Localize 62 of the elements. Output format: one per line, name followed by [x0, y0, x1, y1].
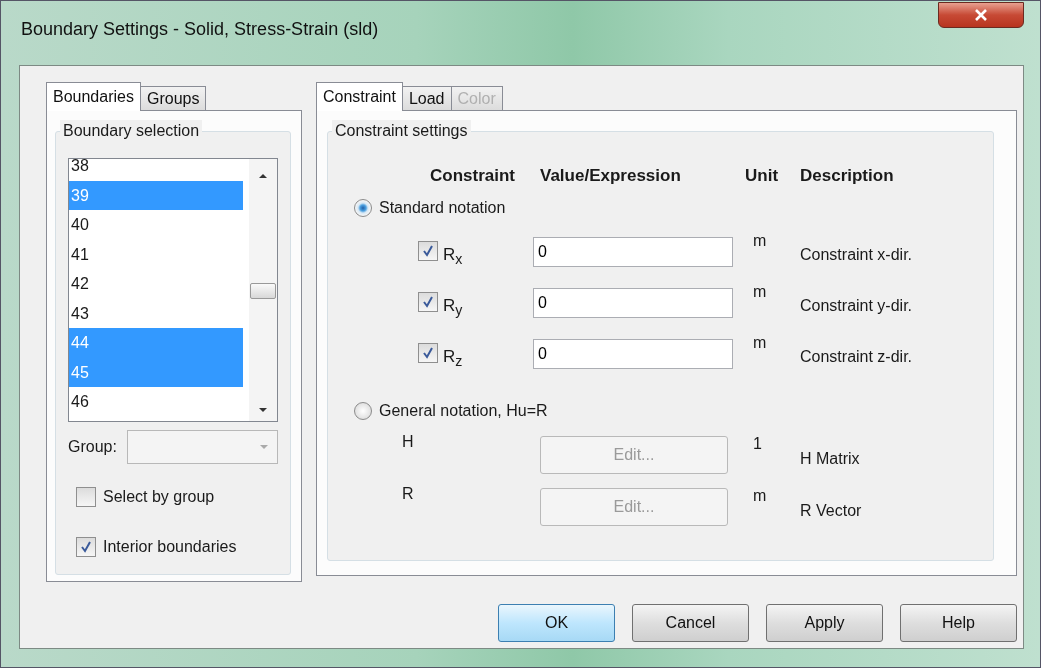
- checkbox[interactable]: [418, 241, 438, 262]
- column-header: Constraint: [429, 165, 516, 187]
- column-header: Unit: [745, 165, 780, 187]
- checkbox-label: Select by group: [103, 488, 215, 506]
- variable-label: H: [402, 433, 414, 451]
- tab[interactable]: Groups: [139, 86, 207, 110]
- list-item[interactable]: 43: [69, 298, 243, 328]
- column-header: Value/Expression: [539, 165, 682, 187]
- radio-label: General notation, Hu=R: [379, 402, 548, 420]
- group-title: Constraint settings: [332, 120, 471, 142]
- list-item[interactable]: 40: [69, 210, 243, 240]
- close-icon: [973, 8, 989, 22]
- list-item[interactable]: 42: [69, 269, 243, 299]
- unit-label: m: [752, 232, 768, 250]
- group-title: Boundary selection: [60, 120, 203, 142]
- dropdown-icon: [259, 444, 269, 450]
- close-button[interactable]: [938, 2, 1024, 28]
- scroll-down-icon: [258, 407, 268, 413]
- input-field[interactable]: 0: [533, 338, 733, 369]
- window-title: Boundary Settings - Solid, Stress-Strain (sld): [21, 18, 379, 40]
- dialog-button[interactable]: OK: [498, 604, 615, 642]
- tab[interactable]: Constraint: [316, 82, 403, 111]
- column-header: Description: [800, 165, 895, 187]
- description-label: Constraint z-dir.: [800, 346, 914, 366]
- check-icon: [422, 296, 434, 309]
- description-label: H Matrix: [800, 449, 861, 468]
- input-field[interactable]: 0: [533, 236, 733, 267]
- scroll-up-icon: [258, 173, 268, 179]
- dialog-button[interactable]: Apply: [766, 604, 883, 642]
- list-item[interactable]: 41: [69, 239, 243, 269]
- tab[interactable]: Load: [401, 86, 452, 110]
- list-item[interactable]: 38: [69, 159, 243, 181]
- description-label: Constraint x-dir.: [800, 244, 914, 264]
- description-label: Constraint y-dir.: [800, 295, 914, 315]
- scrollbar[interactable]: [249, 159, 277, 421]
- list-item[interactable]: 46: [69, 387, 243, 417]
- check-icon: [422, 245, 434, 258]
- checkbox[interactable]: [418, 292, 438, 313]
- variable-label: R: [402, 485, 414, 503]
- description-label: R Vector: [800, 501, 863, 520]
- variable-label: R$_{x}$: [443, 245, 463, 268]
- unit-label: m: [752, 334, 768, 352]
- unit-label: m: [752, 487, 768, 505]
- group-label: Group:: [68, 438, 117, 456]
- tab[interactable]: Boundaries: [46, 82, 141, 111]
- check-icon: [80, 541, 92, 553]
- dialog-button[interactable]: Cancel: [632, 604, 749, 642]
- dialog-button[interactable]: Help: [900, 604, 1017, 642]
- check-icon: [422, 347, 434, 360]
- unit-label: m: [752, 283, 768, 301]
- scroll-thumb[interactable]: [250, 283, 276, 299]
- checkbox[interactable]: [76, 487, 96, 507]
- unit-label: 1: [752, 435, 763, 453]
- radio-button[interactable]: [354, 402, 372, 420]
- variable-label: R$_{y}$: [443, 296, 463, 319]
- variable-label: R$_{z}$: [443, 347, 463, 370]
- input-field[interactable]: 0: [533, 287, 733, 318]
- checkbox[interactable]: [418, 343, 438, 364]
- checkbox-label: Interior boundaries: [103, 538, 237, 556]
- checkbox[interactable]: [76, 537, 96, 557]
- radio-label: Standard notation: [379, 199, 506, 217]
- radio-button[interactable]: [354, 199, 372, 217]
